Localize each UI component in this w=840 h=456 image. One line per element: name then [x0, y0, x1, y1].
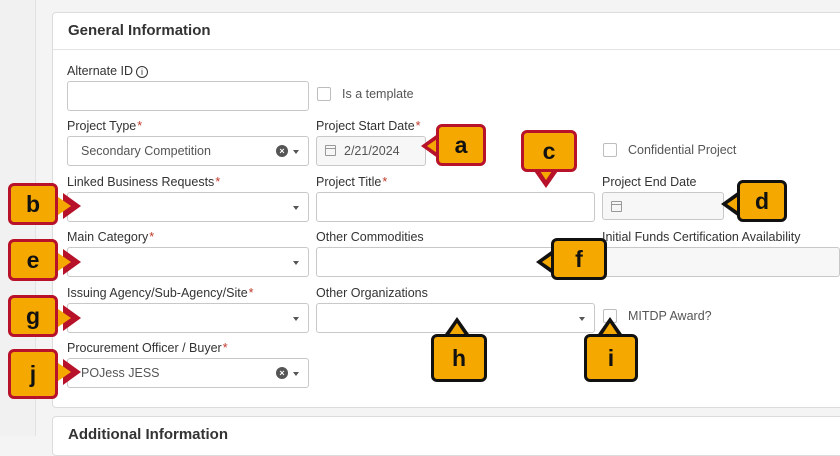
- panel-title: General Information: [68, 22, 211, 39]
- chevron-down-icon[interactable]: [293, 206, 299, 210]
- alternate-id-input[interactable]: [67, 81, 309, 111]
- project-type-label: Project Type*: [67, 119, 142, 133]
- callout-b: b: [8, 183, 58, 225]
- project-start-date-value: 2/21/2024: [344, 144, 400, 158]
- project-title-input[interactable]: [316, 192, 595, 222]
- additional-panel-title: Additional Information: [68, 426, 228, 443]
- procurement-officer-select[interactable]: POJess JESS ×: [67, 358, 309, 388]
- callout-j: j: [8, 349, 58, 399]
- callout-a: a: [436, 124, 486, 166]
- issuing-agency-label: Issuing Agency/Sub-Agency/Site*: [67, 286, 254, 300]
- initial-funds-label: Initial Funds Certification Availability: [602, 230, 801, 244]
- additional-information-panel: Additional Information: [52, 416, 840, 456]
- procurement-officer-label: Procurement Officer / Buyer*: [67, 341, 228, 355]
- calendar-icon[interactable]: [325, 145, 336, 156]
- project-start-date-label: Project Start Date*: [316, 119, 421, 133]
- callout-e: e: [8, 239, 58, 281]
- required-marker: *: [222, 341, 228, 355]
- required-marker: *: [149, 230, 155, 244]
- other-organizations-label: Other Organizations: [316, 286, 428, 300]
- callout-g: g: [8, 295, 58, 337]
- callout-e-pointer-fill: [58, 253, 71, 271]
- chevron-down-icon[interactable]: [293, 317, 299, 321]
- required-marker: *: [382, 175, 388, 189]
- chevron-down-icon[interactable]: [293, 372, 299, 376]
- linked-business-requests-label-text: Linked Business Requests: [67, 175, 215, 189]
- required-marker: *: [415, 119, 421, 133]
- alternate-id-label-text: Alternate ID: [67, 64, 134, 78]
- callout-f: f: [551, 238, 607, 280]
- other-commodities-label: Other Commodities: [316, 230, 424, 244]
- project-start-date-input[interactable]: 2/21/2024: [316, 136, 426, 166]
- panel-header: General Information: [53, 13, 840, 50]
- callout-h: h: [431, 334, 487, 382]
- chevron-down-icon[interactable]: [293, 150, 299, 154]
- is-template-checkbox[interactable]: [317, 87, 331, 101]
- callout-j-pointer-fill: [58, 363, 71, 381]
- clear-icon[interactable]: ×: [276, 367, 288, 379]
- linked-business-requests-label: Linked Business Requests*: [67, 175, 220, 189]
- required-marker: *: [248, 286, 254, 300]
- project-type-value: Secondary Competition: [81, 144, 211, 158]
- main-category-select[interactable]: [67, 247, 309, 277]
- callout-c: c: [521, 130, 577, 172]
- project-end-date-input[interactable]: [602, 192, 724, 220]
- callout-b-pointer-fill: [58, 197, 71, 215]
- main-category-label-text: Main Category: [67, 230, 149, 244]
- procurement-officer-value: POJess JESS: [81, 366, 160, 380]
- callout-d: d: [737, 180, 787, 222]
- procurement-officer-label-text: Procurement Officer / Buyer: [67, 341, 222, 355]
- confidential-project-checkbox[interactable]: [603, 143, 617, 157]
- project-title-label-text: Project Title: [316, 175, 382, 189]
- clear-icon[interactable]: ×: [276, 145, 288, 157]
- initial-funds-input[interactable]: [602, 247, 840, 277]
- project-end-date-label: Project End Date: [602, 175, 697, 189]
- callout-i: i: [584, 334, 638, 382]
- calendar-icon[interactable]: [611, 201, 622, 212]
- main-category-label: Main Category*: [67, 230, 154, 244]
- chevron-down-icon[interactable]: [579, 317, 585, 321]
- callout-g-pointer-fill: [58, 309, 71, 327]
- project-title-label: Project Title*: [316, 175, 387, 189]
- required-marker: *: [215, 175, 221, 189]
- project-type-label-text: Project Type: [67, 119, 137, 133]
- alternate-id-label: Alternate ID i: [67, 64, 149, 78]
- chevron-down-icon[interactable]: [293, 261, 299, 265]
- info-icon[interactable]: i: [136, 66, 149, 78]
- linked-business-requests-select[interactable]: [67, 192, 309, 222]
- issuing-agency-label-text: Issuing Agency/Sub-Agency/Site: [67, 286, 248, 300]
- issuing-agency-select[interactable]: [67, 303, 309, 333]
- project-start-date-label-text: Project Start Date: [316, 119, 415, 133]
- mitdp-award-label: MITDP Award?: [628, 309, 712, 323]
- is-template-label: Is a template: [342, 87, 414, 101]
- project-type-select[interactable]: Secondary Competition ×: [67, 136, 309, 166]
- confidential-project-label: Confidential Project: [628, 143, 737, 157]
- required-marker: *: [137, 119, 143, 133]
